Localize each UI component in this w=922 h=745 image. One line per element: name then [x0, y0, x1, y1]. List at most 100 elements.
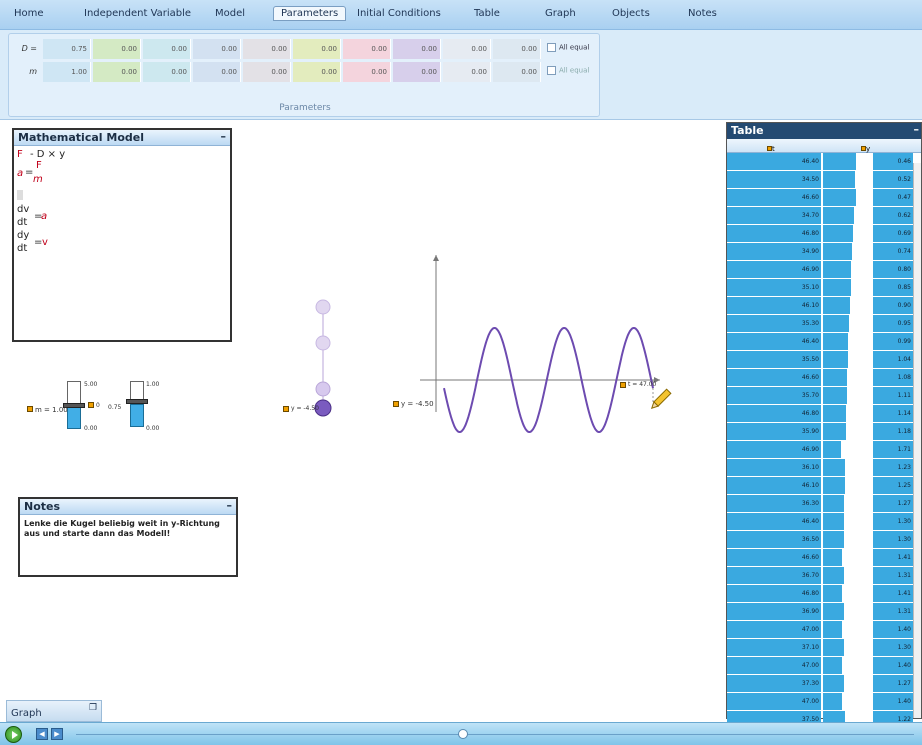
table-cell-t: 46.90 [727, 261, 821, 278]
y-value-bar-gap [844, 675, 873, 692]
y-value-bar-gap [856, 153, 873, 170]
table-row[interactable]: 46.80 1.14 [727, 405, 921, 423]
table-cell-t: 36.50 [727, 531, 821, 548]
table-row[interactable]: 46.40 1.30 [727, 513, 921, 531]
table-row[interactable]: 34.50 0.52 [727, 171, 921, 189]
panel-title: Table [731, 124, 764, 137]
table-cell-t: 36.10 [727, 459, 821, 476]
column-header-t: t [767, 142, 775, 153]
table-cell-t: 34.90 [727, 243, 821, 260]
table-cell-t: 46.80 [727, 405, 821, 422]
table-row[interactable]: 36.30 1.27 [727, 495, 921, 513]
table-row[interactable]: 35.70 1.11 [727, 387, 921, 405]
table-cell-t: 46.40 [727, 513, 821, 530]
y-value-bar-gap [846, 405, 873, 422]
minimize-button[interactable]: – [914, 123, 920, 136]
table-row[interactable]: 36.90 1.31 [727, 603, 921, 621]
table-row[interactable]: 35.90 1.18 [727, 423, 921, 441]
graph-tab-label: Graph [11, 708, 42, 719]
graph-window-tab[interactable]: Graph ❐ [6, 700, 102, 722]
play-button[interactable] [5, 726, 22, 743]
table-cell-t: 36.70 [727, 567, 821, 584]
table-row[interactable]: 36.70 1.31 [727, 567, 921, 585]
y-value-bar-gap [844, 603, 873, 620]
table-row[interactable]: 35.10 0.85 [727, 279, 921, 297]
table-cell-t: 46.90 [727, 441, 821, 458]
step-back-button[interactable]: ◀ [36, 728, 48, 740]
table-cell-t: 34.50 [727, 171, 821, 188]
variable-tag-icon [393, 401, 399, 407]
y-value-bar-gap [851, 279, 873, 296]
animation-y-label: y = -4.50 [291, 405, 319, 412]
trail-ball [315, 299, 331, 315]
y-value-bar-gap [854, 207, 873, 224]
table-row[interactable]: 46.90 0.80 [727, 261, 921, 279]
table-row[interactable]: 46.40 0.46 [727, 153, 921, 171]
table-cell-t: 37.30 [727, 675, 821, 692]
table-row[interactable]: 46.10 1.25 [727, 477, 921, 495]
table-cell-t: 35.50 [727, 351, 821, 368]
table-row[interactable]: 34.90 0.74 [727, 243, 921, 261]
y-value-bar-gap [842, 585, 873, 602]
y-value-bar-gap [841, 441, 873, 458]
table-row[interactable]: 47.001.40 [727, 621, 921, 639]
table-row[interactable]: 35.30 0.95 [727, 315, 921, 333]
step-forward-button[interactable]: ▶ [51, 728, 63, 740]
table-row[interactable]: 46.80 1.41 [727, 585, 921, 603]
y-axis-arrow-icon [433, 255, 439, 261]
variable-tag-icon [620, 382, 626, 388]
table-cell-t: 46.80 [727, 225, 821, 242]
y-value-bar-gap [845, 477, 873, 494]
y-value-bar-gap [855, 171, 873, 188]
table-row[interactable]: 46.90 1.71 [727, 441, 921, 459]
y-value-bar-gap [852, 243, 873, 260]
table-row[interactable]: 46.60 0.47 [727, 189, 921, 207]
y-value-bar-gap [847, 369, 873, 386]
table-row[interactable]: 46.60 1.08 [727, 369, 921, 387]
table-row[interactable]: 37.30 1.27 [727, 675, 921, 693]
table-cell-t: 35.90 [727, 423, 821, 440]
table-cell-t: 46.60 [727, 189, 821, 206]
y-value-bar-gap [842, 621, 873, 638]
app-window: Home Independent Variable Model Paramete… [0, 0, 922, 745]
y-value-bar-gap [848, 333, 873, 350]
table-row[interactable]: 36.10 1.23 [727, 459, 921, 477]
table-row[interactable]: 46.80 0.69 [727, 225, 921, 243]
table-row[interactable]: 46.40 0.99 [727, 333, 921, 351]
table-cell-t: 47.00 [727, 621, 821, 638]
table-cell-t: 46.80 [727, 585, 821, 602]
y-value-bar-gap [853, 225, 873, 242]
y-value-bar-gap [845, 459, 873, 476]
table-cell-t: 46.10 [727, 477, 821, 494]
table-header[interactable]: Table – [727, 123, 921, 139]
table-row[interactable]: 46.10 0.90 [727, 297, 921, 315]
timeline-track[interactable] [76, 734, 914, 735]
table-scrollbar[interactable] [913, 163, 921, 718]
table-cell-t: 46.40 [727, 153, 821, 170]
table-cell-t: 35.10 [727, 279, 821, 296]
table-cell-t: 35.70 [727, 387, 821, 404]
table-row[interactable]: 34.70 0.62 [727, 207, 921, 225]
y-value-bar-gap [844, 531, 873, 548]
table-row[interactable]: 47.001.40 [727, 657, 921, 675]
y-value-bar-gap [844, 495, 873, 512]
restore-window-icon[interactable]: ❐ [89, 703, 97, 713]
table-panel[interactable]: Table – t y 46.40 0.46 34.50 0.52 46.60 0.47 34… [726, 122, 922, 745]
trail-ball [315, 381, 331, 397]
table-row[interactable]: 47.001.40 [727, 693, 921, 711]
y-value-bar-gap [844, 567, 873, 584]
variable-tag-icon [283, 406, 289, 412]
table-cell-t: 46.10 [727, 297, 821, 314]
table-row[interactable]: 36.50 1.30 [727, 531, 921, 549]
y-value-bar-gap [850, 297, 873, 314]
y-value-bar-gap [842, 549, 873, 566]
table-row[interactable]: 46.60 1.41 [727, 549, 921, 567]
table-cell-t: 37.10 [727, 639, 821, 656]
timeline-knob[interactable] [458, 729, 468, 739]
graph-y-label: y = -4.50 [401, 400, 434, 408]
table-row[interactable]: 35.50 1.04 [727, 351, 921, 369]
table-cell-t: 47.00 [727, 693, 821, 710]
table-row[interactable]: 37.10 1.30 [727, 639, 921, 657]
table-cell-t: 46.60 [727, 369, 821, 386]
table-cell-t: 46.60 [727, 549, 821, 566]
